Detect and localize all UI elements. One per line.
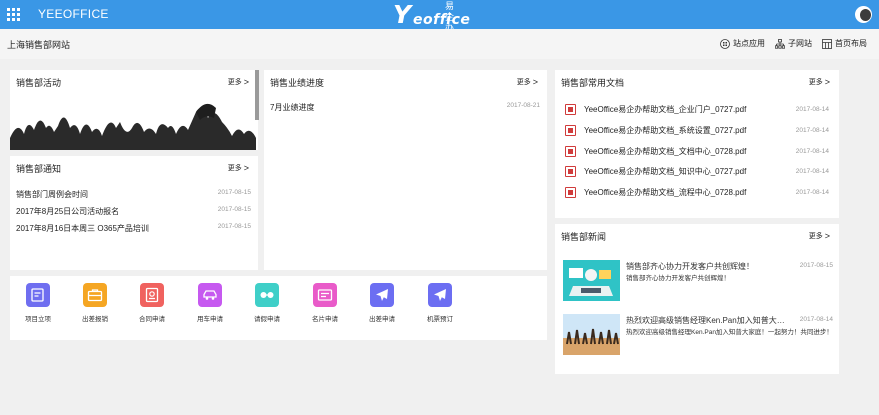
plane-icon (428, 283, 452, 307)
site-apps-button[interactable]: 站点应用 (720, 38, 765, 49)
app-leave[interactable]: 请假申请 (242, 283, 292, 323)
car-icon (198, 283, 222, 307)
project-icon (26, 283, 50, 307)
docs-title: 销售部常用文档 (561, 77, 625, 88)
sitemap-icon (775, 38, 785, 49)
progress-more-link[interactable]: 更多 > (517, 77, 538, 87)
notice-card: 销售部通知 更多 > 销售部门周例会时间 2017-08-15 2017年8月25日… (10, 156, 258, 270)
pdf-icon (565, 104, 576, 115)
document-item[interactable]: YeeOffice易企办帮助文档_系统设置_0727.pdf 2017-08-14 (565, 125, 829, 136)
homepage-layout-label: 首页布局 (835, 39, 867, 48)
list-item[interactable]: 2017年8月25日公司活动报名 2017-08-15 (16, 206, 251, 217)
pdf-icon (565, 187, 576, 198)
docs-more-link[interactable]: 更多 > (809, 77, 830, 87)
layout-icon (822, 38, 832, 49)
contract-icon (140, 283, 164, 307)
progress-title: 销售业绩进度 (270, 77, 325, 88)
news-item[interactable]: 热烈欢迎高级销售经理Ken.Pan加入知普大家庭！ 2017-08-14 热烈欢… (563, 314, 833, 358)
progress-card: 销售业绩进度 更多 > 7月业绩进度 2017-08-21 (264, 70, 547, 270)
app-flight[interactable]: 机票预订 (415, 283, 465, 323)
scrollbar-thumb[interactable] (255, 70, 259, 120)
app-contract[interactable]: 合同申请 (127, 283, 177, 323)
news-card: 销售部新闻 更多 > 销售部齐心协力开发客户共创辉煌！ 2017-08-15 销售… (555, 224, 839, 374)
activity-image[interactable] (10, 98, 256, 150)
news-more-link[interactable]: 更多 > (809, 231, 830, 241)
document-item[interactable]: YeeOffice易企办帮助文档_企业门户_0727.pdf 2017-08-14 (565, 104, 829, 115)
news-title: 销售部新闻 (561, 231, 607, 242)
document-item[interactable]: YeeOffice易企办帮助文档_知识中心_0727.pdf 2017-08-14 (565, 166, 829, 177)
site-apps-label: 站点应用 (733, 39, 765, 48)
user-avatar[interactable] (855, 6, 872, 23)
briefcase-icon (83, 283, 107, 307)
activity-title: 销售部活动 (16, 77, 62, 88)
leave-icon (255, 283, 279, 307)
chevron-right-icon: > (532, 77, 538, 87)
list-item[interactable]: 销售部门周例会时间 2017-08-15 (16, 189, 251, 200)
app-business-card[interactable]: 名片申请 (300, 283, 350, 323)
activity-more-link[interactable]: 更多 > (228, 77, 249, 87)
docs-card: 销售部常用文档 更多 > YeeOffice易企办帮助文档_企业门户_0727.p… (555, 70, 839, 218)
pdf-icon (565, 166, 576, 177)
chevron-right-icon: > (824, 77, 830, 87)
pdf-icon (565, 125, 576, 136)
plane-icon (370, 283, 394, 307)
brand-name[interactable]: YEEOFFICE (38, 7, 109, 21)
card-icon (313, 283, 337, 307)
app-expense[interactable]: 出差报销 (70, 283, 120, 323)
site-header: 上海销售部网站 站点应用 子网站 首页布局 (0, 29, 879, 59)
app-launcher-icon[interactable] (7, 8, 20, 21)
chevron-right-icon: > (243, 77, 249, 87)
news-thumbnail[interactable] (563, 314, 620, 355)
list-item[interactable]: 7月业绩进度 2017-08-21 (270, 102, 540, 113)
site-title: 上海销售部网站 (7, 40, 71, 50)
news-thumbnail[interactable] (563, 260, 620, 301)
homepage-layout-button[interactable]: 首页布局 (822, 38, 867, 49)
pdf-icon (565, 146, 576, 157)
app-trip[interactable]: 出差申请 (357, 283, 407, 323)
subsite-label: 子网站 (788, 39, 812, 48)
news-item[interactable]: 销售部齐心协力开发客户共创辉煌！ 2017-08-15 销售部齐心协力开发客户共… (563, 260, 833, 304)
activity-card: 销售部活动 更多 > (10, 70, 258, 150)
app-project[interactable]: 项目立项 (13, 283, 63, 323)
notice-title: 销售部通知 (16, 163, 62, 174)
notice-more-link[interactable]: 更多 > (228, 163, 249, 173)
top-bar: YEEOFFICE Y eoffice 易企办 (0, 0, 879, 34)
document-item[interactable]: YeeOffice易企办帮助文档_文档中心_0728.pdf 2017-08-14 (565, 146, 829, 157)
document-item[interactable]: YeeOffice易企办帮助文档_流程中心_0728.pdf 2017-08-14 (565, 187, 829, 198)
app-car[interactable]: 用车申请 (185, 283, 235, 323)
list-item[interactable]: 2017年8月16日本周三 O365产品培训 2017-08-15 (16, 223, 251, 234)
apps-icon (720, 38, 730, 49)
chevron-right-icon: > (824, 231, 830, 241)
subsite-button[interactable]: 子网站 (775, 38, 812, 49)
chevron-right-icon: > (243, 163, 249, 173)
